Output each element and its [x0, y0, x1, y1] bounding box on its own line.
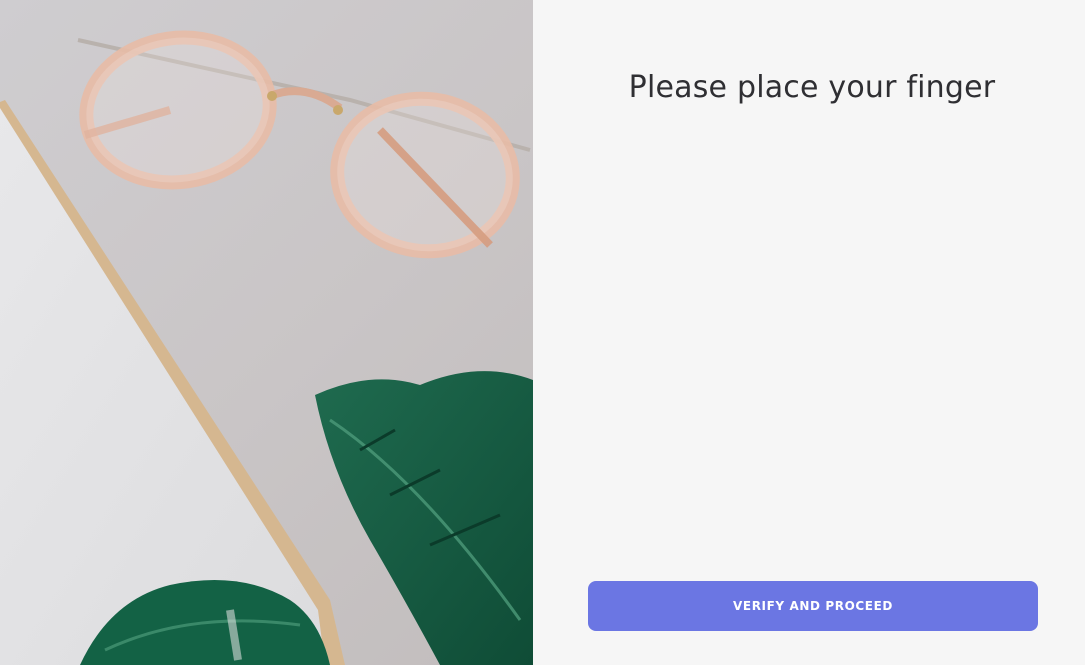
- hero-illustration: [0, 30, 533, 665]
- verification-panel: Please place your finger VERIFY AND PROC…: [533, 0, 1085, 665]
- verify-and-proceed-button[interactable]: VERIFY AND PROCEED: [588, 581, 1038, 631]
- glasses: [77, 30, 531, 259]
- page-title: Please place your finger: [628, 70, 996, 105]
- monstera-leaf-large: [315, 371, 533, 665]
- hero-image: [0, 0, 533, 665]
